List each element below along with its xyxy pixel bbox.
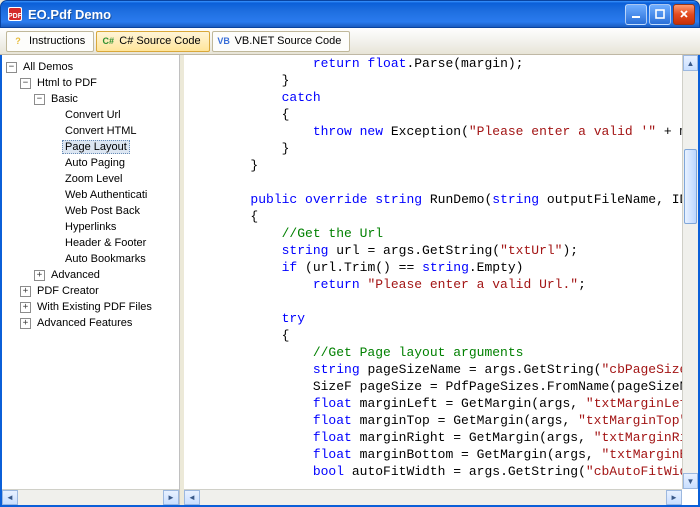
expand-icon[interactable]: + <box>20 302 31 313</box>
tree-node-label: Hyperlinks <box>62 221 119 233</box>
tab-vb-net-source-code[interactable]: VB VB.NET Source Code <box>212 31 351 52</box>
tree-leaf-indent <box>48 158 59 169</box>
close-button[interactable] <box>673 4 695 25</box>
tree-node[interactable]: Web Post Back <box>48 203 179 219</box>
scroll-left-icon[interactable]: ◄ <box>2 490 18 505</box>
tab-label: VB.NET Source Code <box>235 35 342 47</box>
expand-icon[interactable]: + <box>20 318 31 329</box>
scroll-right-icon[interactable]: ► <box>666 490 682 505</box>
tree-node[interactable]: Header & Footer <box>48 235 179 251</box>
tree-panel: −All Demos−Html to PDF−BasicConvert UrlC… <box>2 55 180 505</box>
tree-node-label: Convert Url <box>62 109 124 121</box>
tree-leaf-indent <box>48 238 59 249</box>
window-title: EO.Pdf Demo <box>28 7 625 22</box>
?-icon: ? <box>11 34 25 48</box>
tree-node[interactable]: Auto Bookmarks <box>48 251 179 267</box>
tree-node-label: Basic <box>48 93 81 105</box>
code-horizontal-scrollbar[interactable]: ◄ ► <box>184 489 682 505</box>
tree-node-label: With Existing PDF Files <box>34 301 155 313</box>
tree-node[interactable]: Zoom Level <box>48 171 179 187</box>
tab-instructions[interactable]: ? Instructions <box>6 31 94 52</box>
tree-leaf-indent <box>48 190 59 201</box>
tree-node[interactable]: Auto Paging <box>48 155 179 171</box>
tree-node[interactable]: Page Layout <box>48 139 179 155</box>
vb-icon: VB <box>217 34 231 48</box>
tree-node-label: Auto Bookmarks <box>62 253 149 265</box>
tree-view[interactable]: −All Demos−Html to PDF−BasicConvert UrlC… <box>2 55 179 489</box>
tree-leaf-indent <box>48 206 59 217</box>
tree-leaf-indent <box>48 126 59 137</box>
app-icon: PDF <box>7 6 23 22</box>
expand-icon[interactable]: + <box>34 270 45 281</box>
code-vertical-scrollbar[interactable]: ▲ ▼ <box>682 55 698 489</box>
tree-leaf-indent <box>48 110 59 121</box>
tree-node-label: Auto Paging <box>62 157 128 169</box>
window-titlebar[interactable]: PDF EO.Pdf Demo <box>0 0 700 28</box>
scroll-down-icon[interactable]: ▼ <box>683 473 698 489</box>
tree-leaf-indent <box>48 142 59 153</box>
scroll-right-icon[interactable]: ► <box>163 490 179 505</box>
tree-node-label: Convert HTML <box>62 125 140 137</box>
tree-node[interactable]: −Basic <box>34 91 179 107</box>
tree-node-label: Advanced Features <box>34 317 135 329</box>
tree-node[interactable]: Convert HTML <box>48 123 179 139</box>
tree-leaf-indent <box>48 222 59 233</box>
svg-text:PDF: PDF <box>8 13 23 20</box>
tree-node[interactable]: +Advanced <box>34 267 179 283</box>
tree-node-label: Web Authenticati <box>62 189 150 201</box>
minimize-button[interactable] <box>625 4 647 25</box>
tab-bar: ? Instructions C# C# Source Code VB VB.NET So… <box>0 28 700 55</box>
scroll-thumb[interactable] <box>684 149 697 224</box>
tree-leaf-indent <box>48 254 59 265</box>
tree-node-label: Web Post Back <box>62 205 143 217</box>
tree-node[interactable]: Convert Url <box>48 107 179 123</box>
scroll-up-icon[interactable]: ▲ <box>683 55 698 71</box>
collapse-icon[interactable]: − <box>6 62 17 73</box>
tree-horizontal-scrollbar[interactable]: ◄ ► <box>2 489 179 505</box>
tree-node[interactable]: +PDF Creator <box>20 283 179 299</box>
tree-node-label: Advanced <box>48 269 103 281</box>
collapse-icon[interactable]: − <box>34 94 45 105</box>
tree-node-root[interactable]: −All Demos <box>6 59 179 75</box>
csharp-icon: C# <box>101 34 115 48</box>
tree-node-label: All Demos <box>20 61 76 73</box>
tab-label: Instructions <box>29 35 85 47</box>
tree-leaf-indent <box>48 174 59 185</box>
scroll-left-icon[interactable]: ◄ <box>184 490 200 505</box>
source-code-view[interactable]: return float.Parse(margin); } catch { th… <box>184 55 698 505</box>
maximize-button[interactable] <box>649 4 671 25</box>
collapse-icon[interactable]: − <box>20 78 31 89</box>
tab-label: C# Source Code <box>119 35 200 47</box>
tree-node-label: Zoom Level <box>62 173 125 185</box>
tab-c-source-code[interactable]: C# C# Source Code <box>96 31 209 52</box>
tree-node[interactable]: Web Authenticati <box>48 187 179 203</box>
code-panel: return float.Parse(margin); } catch { th… <box>184 55 698 505</box>
tree-node[interactable]: +Advanced Features <box>20 315 179 331</box>
tree-node[interactable]: −Html to PDF <box>20 75 179 91</box>
tree-node-label: PDF Creator <box>34 285 102 297</box>
tree-node-label: Page Layout <box>62 140 130 154</box>
scroll-track[interactable] <box>683 71 698 473</box>
tree-node[interactable]: +With Existing PDF Files <box>20 299 179 315</box>
tree-node-label: Html to PDF <box>34 77 100 89</box>
tree-node-label: Header & Footer <box>62 237 149 249</box>
tree-node[interactable]: Hyperlinks <box>48 219 179 235</box>
expand-icon[interactable]: + <box>20 286 31 297</box>
